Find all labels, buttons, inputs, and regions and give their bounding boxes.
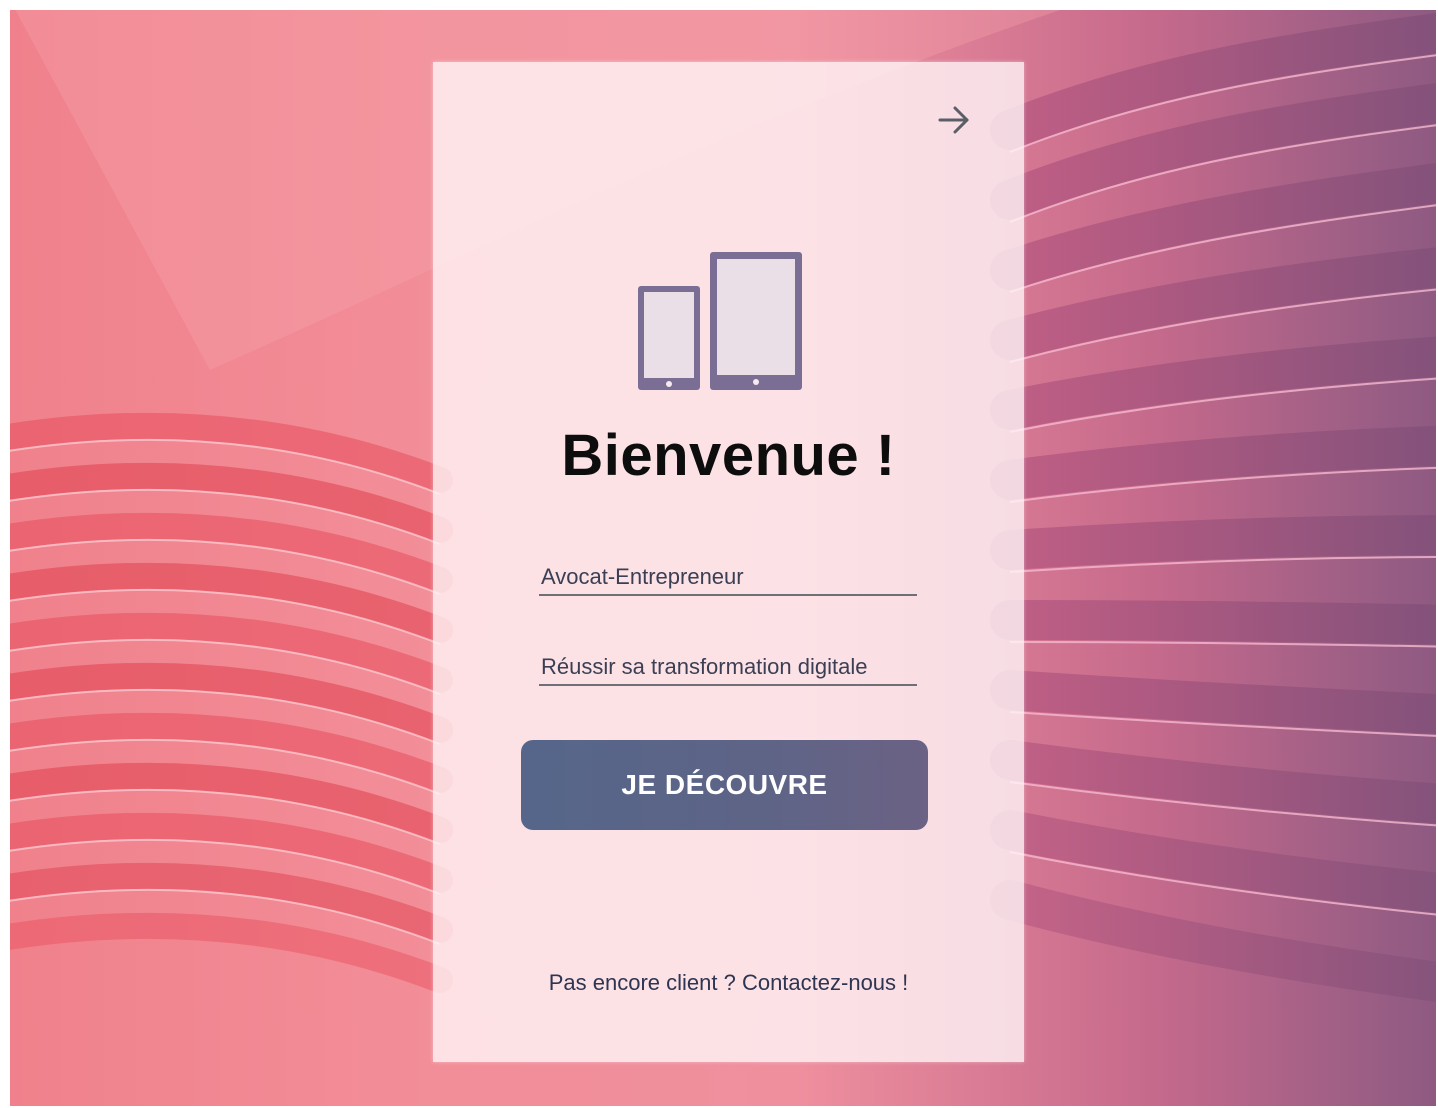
exit-button[interactable] (934, 102, 974, 138)
welcome-card: Bienvenue ! JE DÉCOUVRE Pas encore clien… (433, 62, 1024, 1062)
contact-link[interactable]: Contactez-nous ! (742, 970, 908, 995)
profession-input[interactable] (539, 562, 919, 592)
contact-prompt-text: Pas encore client ? (548, 970, 736, 995)
arrow-right-icon (938, 106, 969, 134)
discover-button[interactable]: JE DÉCOUVRE (521, 740, 928, 830)
contact-prompt: Pas encore client ? Contactez-nous ! (433, 970, 1024, 996)
page-title: Bienvenue ! (561, 423, 896, 488)
devices-icon (636, 250, 806, 392)
objective-input[interactable] (539, 652, 919, 682)
objective-field[interactable] (539, 652, 919, 686)
profession-field[interactable] (539, 562, 919, 596)
background: Bienvenue ! JE DÉCOUVRE Pas encore clien… (10, 10, 1436, 1106)
